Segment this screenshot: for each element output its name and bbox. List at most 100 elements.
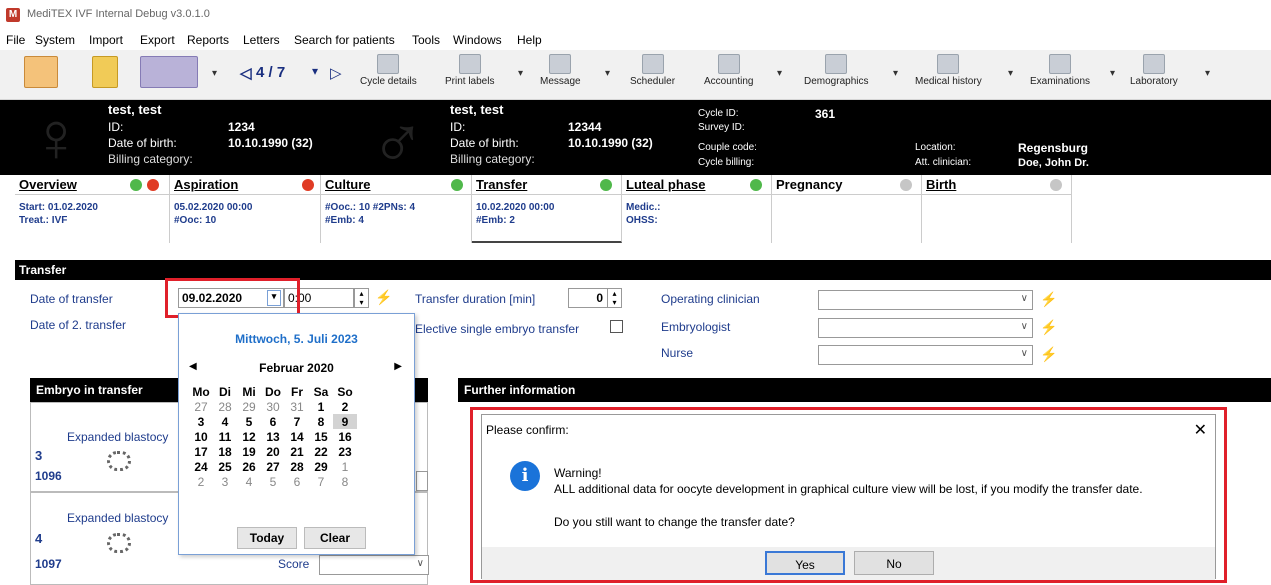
calendar-day[interactable]: 12 [237,429,261,444]
calendar-day[interactable]: 15 [309,429,333,444]
menu-reports[interactable]: Reports [187,33,229,47]
menu-windows[interactable]: Windows [453,33,502,47]
menu-search-patients[interactable]: Search for patients [294,33,395,47]
today-header[interactable]: Mittwoch, 5. Juli 2023 [179,332,414,346]
prev-button[interactable]: ◁ [240,64,252,82]
accounting-button[interactable]: Accounting [704,54,753,87]
menu-letters[interactable]: Letters [243,33,280,47]
tab-birth[interactable]: Birth [922,175,1072,243]
calendar-day[interactable]: 28 [285,459,309,474]
elective-set-checkbox[interactable] [610,320,623,333]
calendar-day[interactable]: 3 [189,414,213,429]
menu-export[interactable]: Export [140,33,175,47]
tab-pregnancy[interactable]: Pregnancy [772,175,922,243]
time-spinner[interactable]: ▴ ▾ [354,288,369,308]
calendar-day[interactable]: 27 [189,399,213,414]
calendar-day[interactable]: 19 [237,444,261,459]
calendar-day[interactable]: 29 [237,399,261,414]
menu-file[interactable]: File [6,33,25,47]
calendar-day[interactable]: 14 [285,429,309,444]
lightning-icon[interactable]: ⚡ [1040,291,1057,308]
home-button[interactable] [24,56,58,90]
calendar-day[interactable]: 11 [213,429,237,444]
scheduler-button[interactable]: Scheduler [630,54,675,87]
score-select[interactable]: ∨ [319,555,429,575]
calendar-day[interactable]: 8 [309,414,333,429]
calendar-day[interactable]: 31 [285,399,309,414]
calendar-day[interactable]: 18 [213,444,237,459]
chevron-down-icon[interactable]: ▾ [518,68,523,79]
month-title[interactable]: Februar 2020 [179,361,414,375]
calendar-day[interactable]: 20 [261,444,285,459]
calendar-day[interactable]: 2 [189,474,213,489]
couple-button[interactable] [140,56,198,90]
demographics-button[interactable]: Demographics [804,54,868,87]
calendar-day[interactable]: 21 [285,444,309,459]
next-month-button[interactable]: ▶ [394,361,402,372]
tab-aspiration[interactable]: Aspiration 05.02.2020 00:00 #Ooc: 10 [170,175,321,243]
calendar-day[interactable]: 17 [189,444,213,459]
duration-spinner[interactable]: ▴ ▾ [607,288,622,308]
calendar-day[interactable]: 4 [237,474,261,489]
yes-button[interactable]: Yes [765,551,845,575]
tab-luteal-phase[interactable]: Luteal phase Medic.: OHSS: [622,175,772,243]
tab-transfer[interactable]: Transfer 10.02.2020 00:00 #Emb: 2 [472,175,622,243]
menu-import[interactable]: Import [89,33,123,47]
calendar-day[interactable]: 16 [333,429,357,444]
calendar-day[interactable]: 7 [309,474,333,489]
lightning-icon[interactable]: ⚡ [1040,346,1057,363]
embryologist-select[interactable]: ∨ [818,318,1033,338]
embryo-select[interactable] [416,471,428,491]
laboratory-button[interactable]: Laboratory [1130,54,1178,87]
medical-history-button[interactable]: Medical history [915,54,982,87]
calendar-day[interactable]: 6 [261,414,285,429]
calendar-day[interactable]: 2 [333,399,357,414]
nurse-select[interactable]: ∨ [818,345,1033,365]
calendar-day[interactable]: 3 [213,474,237,489]
clear-button[interactable]: Clear [304,527,366,549]
lock-button[interactable] [92,56,118,90]
menu-system[interactable]: System [35,33,75,47]
close-icon[interactable]: ✕ [1194,420,1207,440]
calendar-day[interactable]: 10 [189,429,213,444]
calendar-day[interactable]: 29 [309,459,333,474]
calendar-day[interactable]: 1 [309,399,333,414]
calendar-day[interactable]: 25 [213,459,237,474]
calendar-day[interactable]: 1 [333,459,357,474]
no-button[interactable]: No [854,551,934,575]
today-button[interactable]: Today [237,527,297,549]
calendar-day[interactable]: 23 [333,444,357,459]
chevron-down-icon[interactable]: ▾ [212,68,217,79]
transfer-duration-input[interactable]: 0 [568,288,608,308]
calendar-day[interactable]: 24 [189,459,213,474]
calendar-day[interactable]: 8 [333,474,357,489]
calendar-day[interactable]: 6 [285,474,309,489]
lightning-icon[interactable]: ⚡ [375,289,392,306]
chevron-down-icon[interactable]: ▾ [605,68,610,79]
chevron-down-icon[interactable]: ▾ [777,68,782,79]
calendar-day[interactable]: 27 [261,459,285,474]
calendar-day[interactable]: 26 [237,459,261,474]
calendar-day[interactable]: 28 [213,399,237,414]
chevron-down-icon[interactable]: ▾ [893,68,898,79]
calendar-day[interactable]: 22 [309,444,333,459]
menu-help[interactable]: Help [517,33,542,47]
chevron-down-icon[interactable]: ▾ [312,64,318,78]
examinations-button[interactable]: Examinations [1030,54,1090,87]
calendar-day[interactable]: 5 [237,414,261,429]
calendar-day[interactable]: 4 [213,414,237,429]
next-button[interactable]: ▷ [330,64,342,82]
message-button[interactable]: Message [540,54,581,87]
operating-clinician-select[interactable]: ∨ [818,290,1033,310]
tab-culture[interactable]: Culture #Ooc.: 10 #2PNs: 4 #Emb: 4 [321,175,472,243]
calendar-day[interactable]: 5 [261,474,285,489]
lightning-icon[interactable]: ⚡ [1040,319,1057,336]
chevron-down-icon[interactable]: ▾ [1008,68,1013,79]
calendar-day[interactable]: 30 [261,399,285,414]
calendar-day[interactable]: 13 [261,429,285,444]
tab-overview[interactable]: Overview Start: 01.02.2020 Treat.: IVF [15,175,170,243]
chevron-down-icon[interactable]: ▾ [1205,68,1210,79]
cycle-details-button[interactable]: Cycle details [360,54,417,87]
print-labels-button[interactable]: Print labels [445,54,494,87]
calendar-day-selected[interactable]: 9 [333,414,357,429]
